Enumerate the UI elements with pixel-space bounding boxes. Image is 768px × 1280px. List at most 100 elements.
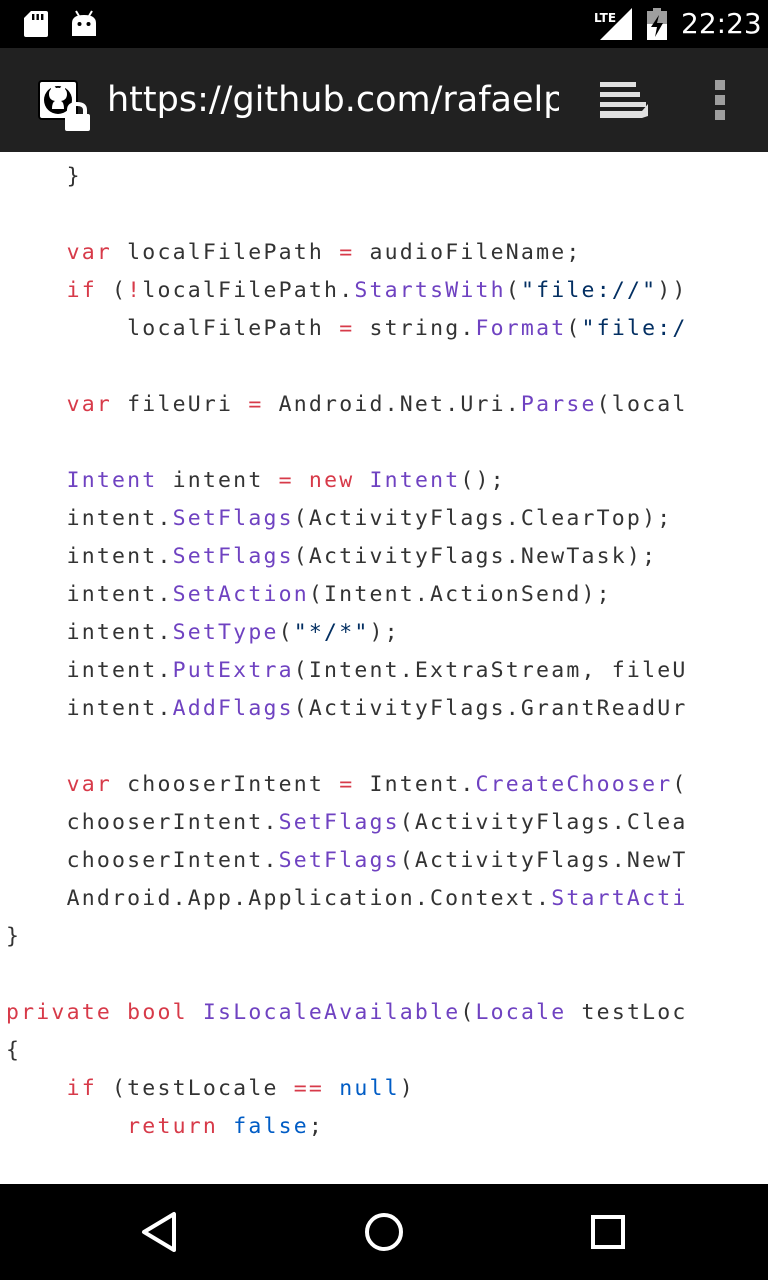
code-line: Android.App.Application.Context.StartAct… [6, 880, 688, 918]
code-token: "file:/ [581, 316, 688, 341]
code-token: Android.App.Application.Context. [66, 886, 552, 911]
code-token: Format [475, 316, 567, 341]
code-token: localFilePath [127, 316, 340, 341]
code-token: SetType [172, 620, 279, 645]
code-token: ) [399, 1076, 415, 1101]
code-token: ( [96, 278, 128, 303]
code-token: chooserIntent. [66, 848, 279, 873]
code-token: = [339, 316, 355, 341]
code-token: { [6, 1038, 22, 1063]
code-token: intent. [66, 696, 173, 721]
code-line: var chooserIntent = Intent.CreateChooser… [6, 766, 688, 804]
code-token: var [66, 772, 113, 797]
code-line: Intent intent = new Intent(); [6, 462, 506, 500]
code-line: intent.SetFlags(ActivityFlags.NewTask); [6, 538, 657, 576]
code-token: ); [369, 620, 400, 645]
code-token: localFilePath [112, 240, 340, 265]
code-token: audioFileName; [354, 240, 582, 265]
navigation-bar [0, 1184, 768, 1280]
tab-switcher-icon[interactable] [596, 78, 654, 122]
recents-square-icon[interactable] [584, 1208, 632, 1256]
status-clock: 22:23 [681, 7, 762, 40]
code-token: } [66, 164, 82, 189]
code-line: intent.SetFlags(ActivityFlags.ClearTop); [6, 500, 672, 538]
code-token: CreateChooser [475, 772, 673, 797]
browser-toolbar: https://github.com/rafaelpas [0, 48, 768, 152]
code-token: if [66, 1076, 97, 1101]
code-token: = [278, 468, 294, 493]
code-token: ( [460, 1000, 476, 1025]
code-token: (ActivityFlags.NewT [399, 848, 688, 873]
code-token: null [339, 1076, 400, 1101]
code-token: Locale [475, 1000, 567, 1025]
code-token: ( [566, 316, 582, 341]
code-token: intent. [66, 582, 173, 607]
code-token: (ActivityFlags.GrantReadUr [293, 696, 688, 721]
code-token: ! [127, 278, 143, 303]
code-token: = [339, 772, 355, 797]
home-circle-icon[interactable] [360, 1208, 408, 1256]
code-line: if (testLocale == null) [6, 1070, 415, 1108]
code-line: intent.SetType("*/*"); [6, 614, 400, 652]
back-triangle-icon[interactable] [136, 1208, 184, 1256]
code-line: { [6, 1032, 21, 1070]
code-token: string. [354, 316, 476, 341]
code-token: new [308, 468, 355, 493]
code-token: PutExtra [172, 658, 294, 683]
code-token: AddFlags [172, 696, 294, 721]
code-token: } [6, 924, 22, 949]
code-token: chooserIntent. [66, 810, 279, 835]
code-line: chooserIntent.SetFlags(ActivityFlags.New… [6, 842, 688, 880]
code-token: intent [157, 468, 279, 493]
code-line: intent.AddFlags(ActivityFlags.GrantReadU… [6, 690, 688, 728]
code-line: } [6, 918, 21, 956]
code-token: (ActivityFlags.ClearTop); [293, 506, 673, 531]
code-token: (testLocale [96, 1076, 294, 1101]
code-token: IsLocaleAvailable [202, 1000, 461, 1025]
code-token: SetFlags [278, 848, 400, 873]
code-token: "file://" [520, 278, 658, 303]
code-token: Intent. [354, 772, 476, 797]
code-view[interactable]: } var localFilePath = audioFileName; if … [0, 152, 768, 1184]
code-token: (Intent.ExtraStream, fileU [293, 658, 688, 683]
sd-card-icon [24, 11, 48, 37]
code-line: if (!localFilePath.StartsWith("file://")… [6, 272, 688, 310]
code-line: intent.PutExtra(Intent.ExtraStream, file… [6, 652, 688, 690]
code-token: private [6, 1000, 113, 1025]
code-token: intent. [66, 506, 173, 531]
status-bar: LTE 22:23 [0, 0, 768, 48]
code-token: testLoc [566, 1000, 688, 1025]
code-token: Parse [520, 392, 597, 417]
code-token: var [66, 240, 113, 265]
code-token: SetFlags [278, 810, 400, 835]
url-bar[interactable]: https://github.com/rafaelpas [107, 78, 559, 122]
code-token: == [293, 1076, 325, 1101]
code-token: StartActi [551, 886, 688, 911]
code-line: var fileUri = Android.Net.Uri.Parse(loca… [6, 386, 688, 424]
code-token: (local [596, 392, 688, 417]
code-token: intent. [66, 658, 173, 683]
code-token: if [66, 278, 97, 303]
code-line: private bool IsLocaleAvailable(Locale te… [6, 994, 688, 1032]
github-lock-icon[interactable] [38, 80, 94, 132]
android-debug-icon [72, 10, 96, 36]
overflow-menu-icon[interactable] [706, 76, 734, 124]
code-token: "*/*" [293, 620, 370, 645]
code-line: chooserIntent.SetFlags(ActivityFlags.Cle… [6, 804, 688, 842]
code-token: ; [308, 1114, 325, 1139]
code-token: false [233, 1114, 309, 1139]
